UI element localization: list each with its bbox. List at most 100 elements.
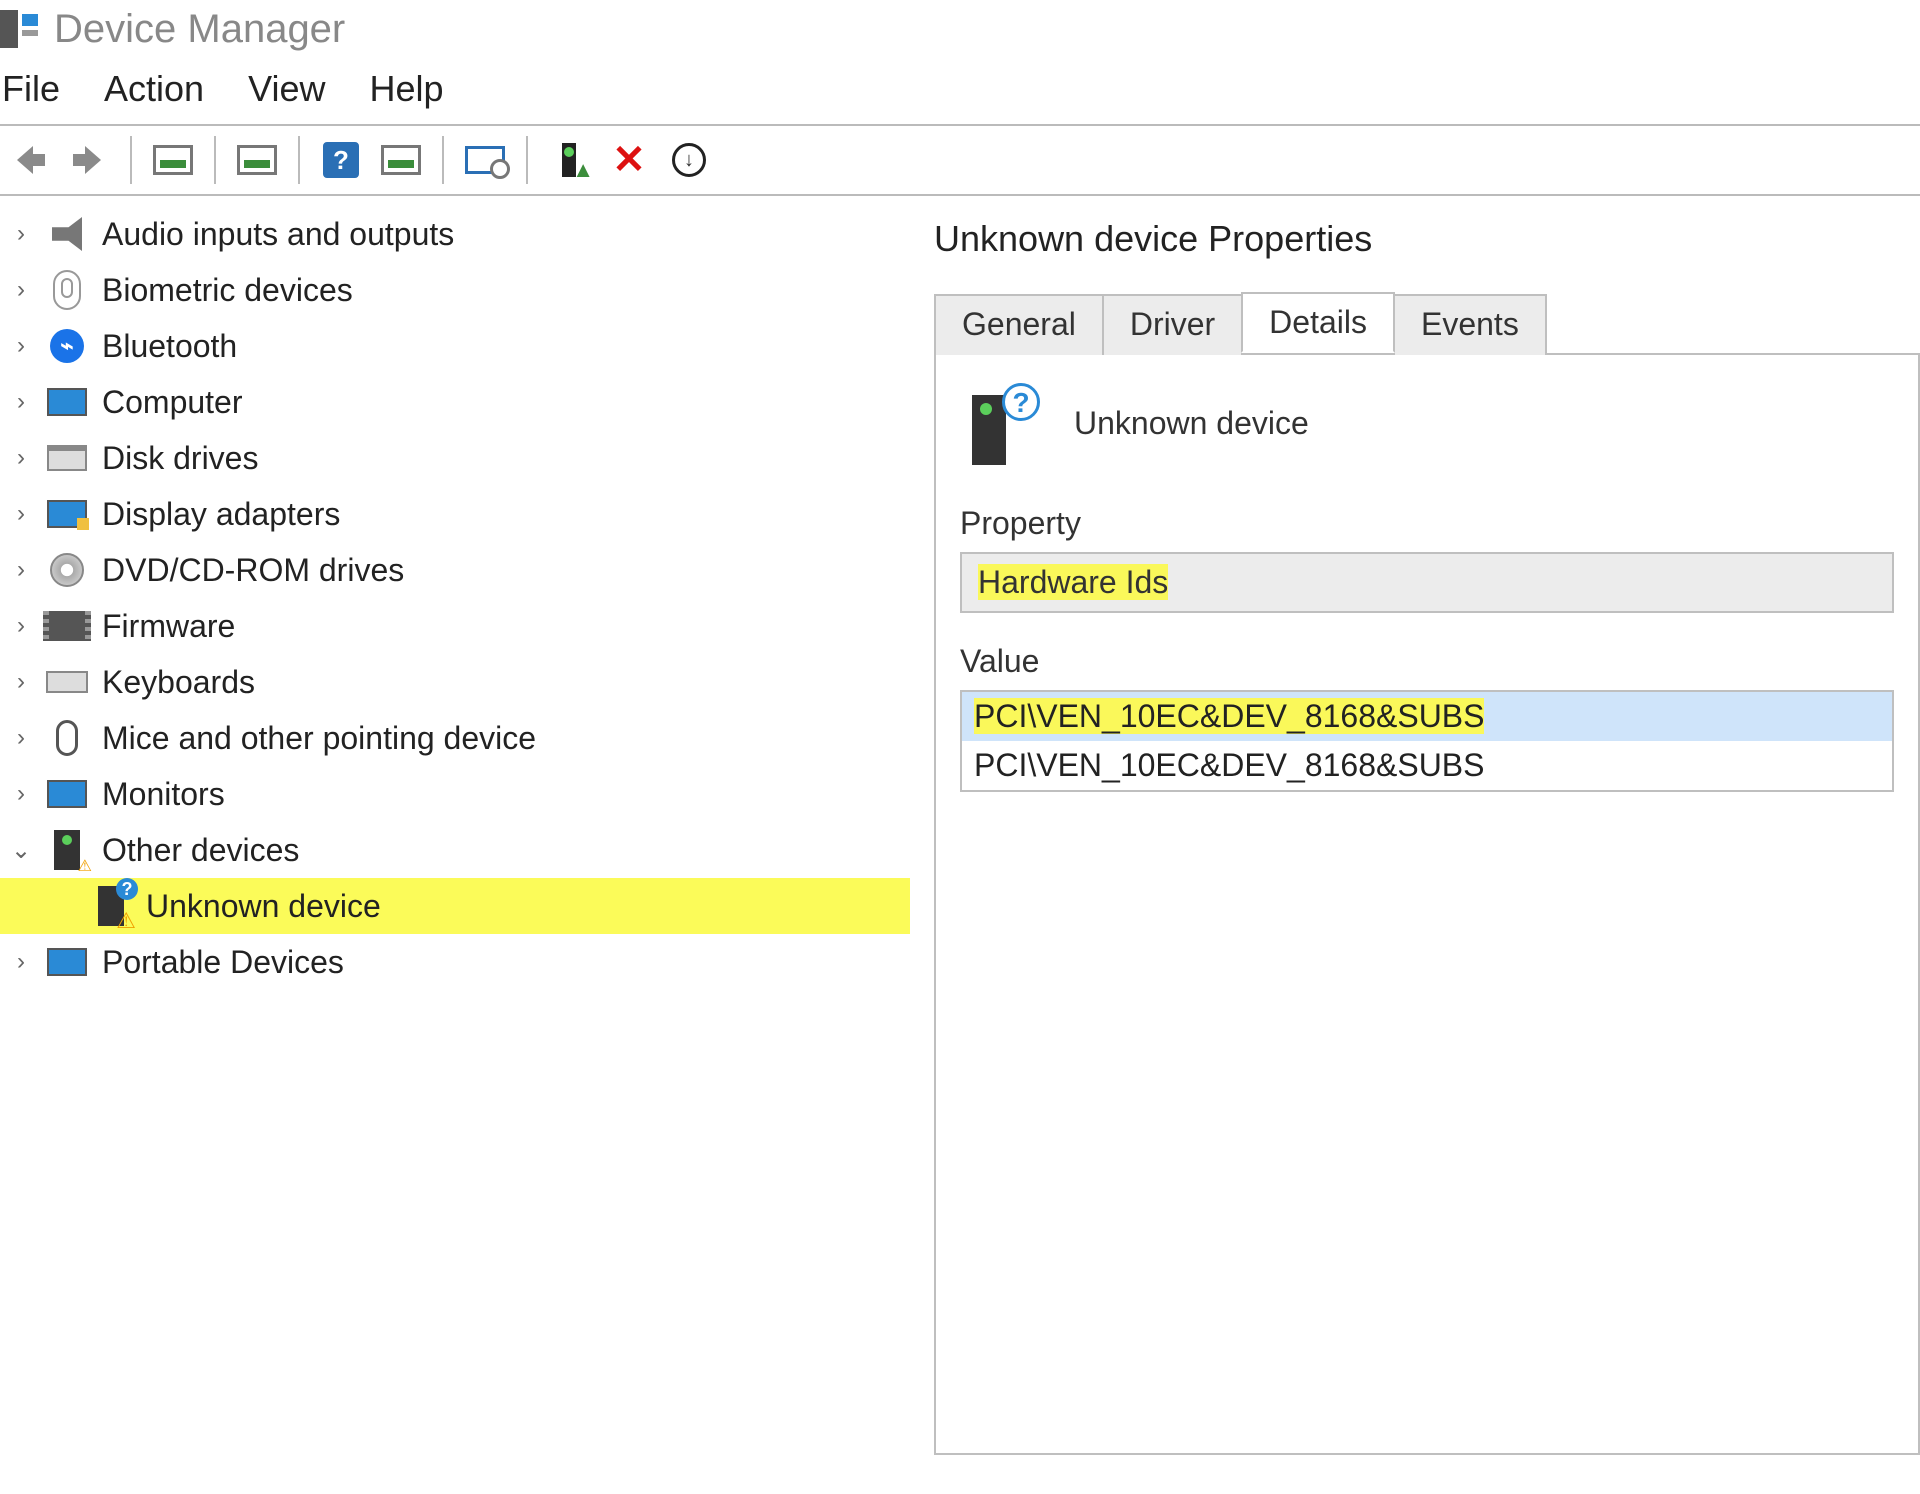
tree-item-mon[interactable]: › Monitors	[0, 766, 910, 822]
uninstall-device-button[interactable]: ✕	[604, 135, 654, 185]
panel-icon	[237, 145, 277, 175]
tree-item-label: Keyboards	[102, 664, 255, 701]
tree-item-dvd[interactable]: › DVD/CD-ROM drives	[0, 542, 910, 598]
window-title: Device Manager	[54, 7, 345, 52]
separator	[214, 136, 216, 184]
tree-item-label: Display adapters	[102, 496, 340, 533]
back-button[interactable]	[4, 135, 54, 185]
separator	[130, 136, 132, 184]
tree-item-label: DVD/CD-ROM drives	[102, 552, 404, 589]
tree-item-speaker[interactable]: › Audio inputs and outputs	[0, 206, 910, 262]
scan-hardware-button[interactable]	[460, 135, 510, 185]
tab-body-details: ? Unknown device Property Hardware Ids V…	[934, 355, 1920, 1455]
arrow-left-icon	[11, 142, 47, 178]
chevron-right-icon[interactable]: ›	[10, 724, 32, 752]
mon-icon	[46, 773, 88, 815]
property-dropdown[interactable]: Hardware Ids	[960, 552, 1894, 613]
tree-item-disp[interactable]: › Display adapters	[0, 486, 910, 542]
update-driver-icon	[562, 143, 576, 177]
disable-device-button[interactable]: ↓	[664, 135, 714, 185]
property-label: Property	[960, 505, 1894, 542]
properties-title: Unknown device Properties	[934, 218, 1920, 260]
titlebar: Device Manager	[0, 0, 1920, 62]
chevron-right-icon[interactable]: ›	[10, 332, 32, 360]
value-row[interactable]: PCI\VEN_10EC&DEV_8168&SUBS	[962, 741, 1892, 790]
chevron-right-icon[interactable]: ›	[10, 612, 32, 640]
forward-button[interactable]	[64, 135, 114, 185]
dvd-icon	[46, 549, 88, 591]
update-driver-button[interactable]	[544, 135, 594, 185]
tree-item-mon[interactable]: › Computer	[0, 374, 910, 430]
finger-icon	[46, 269, 88, 311]
value-row[interactable]: PCI\VEN_10EC&DEV_8168&SUBS	[962, 692, 1892, 741]
device-name: Unknown device	[1074, 405, 1309, 442]
value-text: PCI\VEN_10EC&DEV_8168&SUBS	[974, 698, 1484, 734]
tree-item-label: Mice and other pointing device	[102, 720, 536, 757]
separator	[526, 136, 528, 184]
tree-item-bt[interactable]: › ⌁ Bluetooth	[0, 318, 910, 374]
bt-icon: ⌁	[46, 325, 88, 367]
tree-item-label: Firmware	[102, 608, 235, 645]
tree-item-label: Computer	[102, 384, 243, 421]
x-icon: ✕	[612, 140, 646, 180]
help-button[interactable]: ?	[316, 135, 366, 185]
speaker-icon	[46, 213, 88, 255]
other-icon	[46, 829, 88, 871]
menu-file[interactable]: File	[2, 68, 60, 110]
chevron-right-icon[interactable]: ›	[10, 780, 32, 808]
chevron-right-icon[interactable]: ›	[10, 500, 32, 528]
tree-item-chip[interactable]: › Firmware	[0, 598, 910, 654]
device-icon: ?	[960, 381, 1044, 465]
circle-down-icon: ↓	[672, 143, 706, 177]
properties-panel: Unknown device Properties General Driver…	[910, 196, 1920, 1490]
tree-item-label: Other devices	[102, 832, 299, 869]
property-selected: Hardware Ids	[978, 564, 1168, 600]
panel-icon	[153, 145, 193, 175]
tree-item-label: Unknown device	[146, 888, 381, 925]
chevron-right-icon[interactable]: ›	[10, 220, 32, 248]
tree-item-mouse[interactable]: › Mice and other pointing device	[0, 710, 910, 766]
tree-item-label: Monitors	[102, 776, 225, 813]
menu-action[interactable]: Action	[104, 68, 204, 110]
chevron-right-icon[interactable]: ›	[10, 948, 32, 976]
view-button-3[interactable]	[376, 135, 426, 185]
tree-item-unknown[interactable]: Unknown device	[0, 878, 910, 934]
separator	[442, 136, 444, 184]
chevron-right-icon[interactable]: ›	[10, 556, 32, 584]
tab-events[interactable]: Events	[1393, 294, 1547, 355]
panel-icon	[381, 145, 421, 175]
device-tree[interactable]: › Audio inputs and outputs › Biometric devi…	[0, 196, 910, 1490]
chevron-down-icon[interactable]: ⌄	[10, 836, 32, 865]
menu-help[interactable]: Help	[369, 68, 443, 110]
app-icon	[0, 6, 42, 52]
tree-item-label: Bluetooth	[102, 328, 237, 365]
chevron-right-icon[interactable]: ›	[10, 444, 32, 472]
value-text: PCI\VEN_10EC&DEV_8168&SUBS	[974, 747, 1484, 783]
view-button-2[interactable]	[232, 135, 282, 185]
unknown-icon	[90, 885, 132, 927]
chevron-right-icon[interactable]: ›	[10, 276, 32, 304]
tree-item-label: Audio inputs and outputs	[102, 216, 454, 253]
tab-general[interactable]: General	[934, 294, 1104, 355]
scan-icon	[465, 146, 505, 174]
tree-item-label: Disk drives	[102, 440, 258, 477]
kbd-icon	[46, 661, 88, 703]
tree-item-disk[interactable]: › Disk drives	[0, 430, 910, 486]
value-list[interactable]: PCI\VEN_10EC&DEV_8168&SUBS PCI\VEN_10EC&…	[960, 690, 1894, 792]
toolbar: ? ✕ ↓	[0, 124, 1920, 196]
view-button-1[interactable]	[148, 135, 198, 185]
tree-item-port[interactable]: ›Portable Devices	[0, 934, 910, 990]
chevron-right-icon[interactable]: ›	[10, 668, 32, 696]
tree-item-other[interactable]: ⌄ Other devices	[0, 822, 910, 878]
separator	[298, 136, 300, 184]
main: › Audio inputs and outputs › Biometric devi…	[0, 196, 1920, 1490]
tree-item-kbd[interactable]: › Keyboards	[0, 654, 910, 710]
menu-view[interactable]: View	[248, 68, 325, 110]
arrow-right-icon	[71, 142, 107, 178]
help-icon: ?	[323, 142, 359, 178]
chevron-right-icon[interactable]: ›	[10, 388, 32, 416]
tree-item-label: Biometric devices	[102, 272, 353, 309]
tab-driver[interactable]: Driver	[1102, 294, 1243, 355]
tree-item-finger[interactable]: › Biometric devices	[0, 262, 910, 318]
tab-details[interactable]: Details	[1241, 292, 1395, 353]
